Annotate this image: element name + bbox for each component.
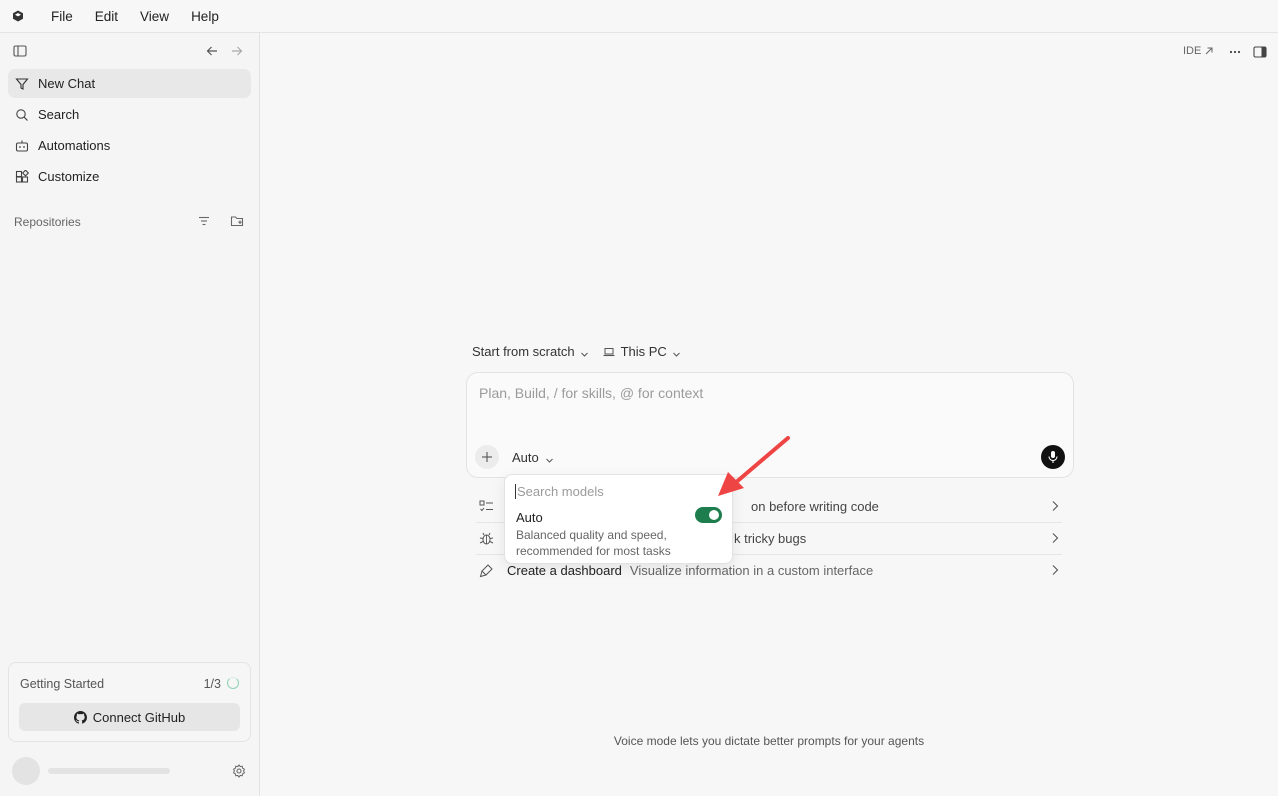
ide-label: IDE xyxy=(1183,45,1202,57)
menu-edit[interactable]: Edit xyxy=(84,0,129,33)
menu-help[interactable]: Help xyxy=(180,0,230,33)
location-dropdown[interactable]: This PC xyxy=(603,344,681,359)
repositories-heading: Repositories xyxy=(14,215,81,229)
connect-github-button[interactable]: Connect GitHub xyxy=(19,703,240,731)
auto-model-toggle[interactable] xyxy=(695,507,722,523)
prompt-input[interactable] xyxy=(479,385,1039,401)
filter-icon[interactable] xyxy=(197,214,211,228)
github-icon xyxy=(73,710,87,724)
user-name-placeholder xyxy=(48,768,170,774)
menu-view[interactable]: View xyxy=(129,0,180,33)
laptop-icon xyxy=(603,346,615,358)
app-logo-icon[interactable] xyxy=(12,10,24,22)
suggestion-title: Create a dashboard xyxy=(507,562,622,578)
more-options-icon[interactable] xyxy=(1228,45,1242,59)
model-label: Auto xyxy=(512,450,539,465)
chevron-down-icon xyxy=(580,347,589,357)
menu-file[interactable]: File xyxy=(40,0,84,33)
chevron-down-icon xyxy=(672,347,681,357)
model-option-desc: Balanced quality and speed, recommended … xyxy=(516,528,671,558)
checklist-icon xyxy=(479,499,494,514)
chevron-right-icon xyxy=(1050,564,1060,576)
start-from-scratch-label: Start from scratch xyxy=(472,344,575,359)
new-chat-icon xyxy=(15,77,29,91)
sidebar-item-label: Customize xyxy=(38,169,100,184)
add-attachment-button[interactable] xyxy=(475,445,499,469)
automations-icon xyxy=(15,139,29,153)
sidebar-item-label: Automations xyxy=(38,138,111,153)
getting-started-title: Getting Started xyxy=(20,677,105,691)
chevron-right-icon xyxy=(1050,500,1060,512)
menu-bar: File Edit View Help xyxy=(0,0,1278,33)
avatar[interactable] xyxy=(12,757,40,785)
add-folder-icon[interactable] xyxy=(230,214,244,228)
sidebar-toolbar xyxy=(0,33,259,69)
microphone-icon xyxy=(1048,451,1058,463)
plus-icon xyxy=(482,452,492,462)
toggle-panel-icon[interactable] xyxy=(1253,45,1267,59)
sidebar-item-customize[interactable]: Customize xyxy=(8,162,251,191)
open-ide-button[interactable]: IDE xyxy=(1183,45,1214,57)
sidebar-item-label: New Chat xyxy=(38,76,96,91)
sidebar-item-new-chat[interactable]: New Chat xyxy=(8,69,251,98)
sidebar: New Chat Search Automations Customize Re… xyxy=(0,33,260,796)
annotation-arrow-icon xyxy=(718,436,790,496)
paintbrush-icon xyxy=(479,563,494,578)
forward-arrow-icon[interactable] xyxy=(230,44,244,58)
toggle-knob xyxy=(709,510,719,520)
suggestion-desc: on before writing code xyxy=(751,498,879,514)
sidebar-item-label: Search xyxy=(38,107,80,122)
connect-github-label: Connect GitHub xyxy=(92,709,186,725)
toggle-sidebar-icon[interactable] xyxy=(13,44,27,58)
gear-icon[interactable] xyxy=(232,764,246,778)
suggestion-desc: k tricky bugs xyxy=(734,530,807,546)
sidebar-item-automations[interactable]: Automations xyxy=(8,131,251,160)
voice-mode-button[interactable] xyxy=(1041,445,1065,469)
customize-icon xyxy=(15,169,29,184)
suggestion-desc: Visualize information in a custom interf… xyxy=(629,562,874,578)
search-models-input[interactable] xyxy=(515,484,715,499)
back-arrow-icon[interactable] xyxy=(205,44,219,58)
getting-started-card: Getting Started 1/3 Connect GitHub xyxy=(8,662,251,742)
external-link-icon xyxy=(1204,46,1214,56)
sidebar-item-search[interactable]: Search xyxy=(8,100,251,129)
start-from-scratch-dropdown[interactable]: Start from scratch xyxy=(472,344,589,359)
voice-mode-hint: Voice mode lets you dictate better promp… xyxy=(0,734,1278,748)
progress-ring-icon xyxy=(227,677,239,689)
voice-mode-hint-text: Voice mode lets you dictate better promp… xyxy=(613,734,925,748)
model-option-name[interactable]: Auto xyxy=(516,510,543,525)
location-label: This PC xyxy=(620,344,667,359)
chevron-right-icon xyxy=(1050,532,1060,544)
composer-context-bar: Start from scratch This PC xyxy=(472,344,681,359)
getting-started-progress: 1/3 xyxy=(203,677,221,691)
search-icon xyxy=(15,108,29,122)
chevron-down-icon xyxy=(545,453,554,463)
model-dropdown: Auto Balanced quality and speed, recomme… xyxy=(504,474,733,564)
model-selector[interactable]: Auto xyxy=(512,450,554,465)
bug-icon xyxy=(479,531,494,546)
